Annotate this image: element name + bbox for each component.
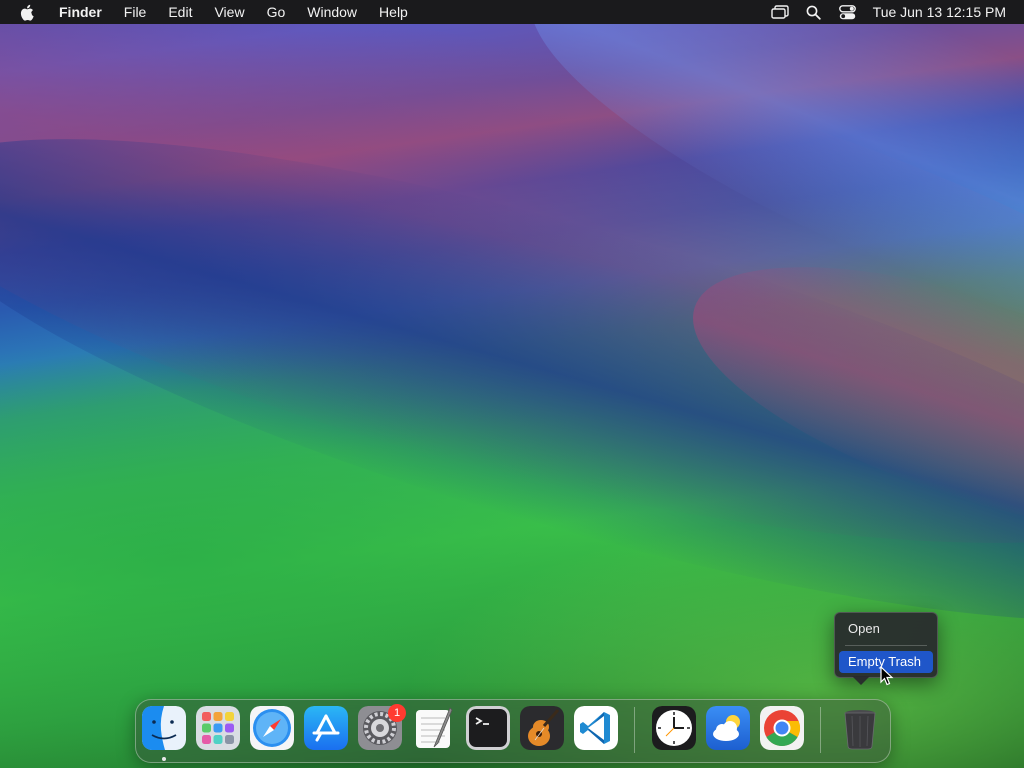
trash-icon[interactable]: [838, 706, 882, 750]
menu-view[interactable]: View: [203, 0, 255, 24]
menu-edit[interactable]: Edit: [157, 0, 203, 24]
mouse-cursor-icon: [880, 665, 894, 686]
dock-separator: [820, 707, 821, 753]
menu-app-name[interactable]: Finder: [48, 0, 113, 24]
spotlight-search-icon[interactable]: [803, 0, 825, 24]
control-center-icon[interactable]: [837, 0, 859, 24]
finder-icon[interactable]: [142, 706, 186, 750]
dock-separator: [634, 707, 635, 753]
system-settings-badge: 1: [388, 704, 406, 722]
finder-running-indicator: [162, 757, 166, 761]
menu-go[interactable]: Go: [256, 0, 297, 24]
menu-help[interactable]: Help: [368, 0, 419, 24]
context-menu-divider: [845, 645, 927, 646]
context-menu-pointer: [852, 676, 870, 685]
textedit-icon[interactable]: [412, 706, 456, 750]
menu-file[interactable]: File: [113, 0, 158, 24]
garageband-icon[interactable]: [520, 706, 564, 750]
terminal-icon[interactable]: [466, 706, 510, 750]
app-store-icon[interactable]: [304, 706, 348, 750]
menu-window[interactable]: Window: [296, 0, 368, 24]
clock-icon[interactable]: [652, 706, 696, 750]
chrome-icon[interactable]: [760, 706, 804, 750]
context-menu-open[interactable]: Open: [839, 618, 933, 640]
weather-icon[interactable]: [706, 706, 750, 750]
screen-mirroring-icon[interactable]: [769, 0, 791, 24]
menu-clock[interactable]: Tue Jun 13 12:15 PM: [873, 4, 1006, 20]
safari-icon[interactable]: [250, 706, 294, 750]
vscode-icon[interactable]: [574, 706, 618, 750]
menu-bar: Finder File Edit View Go Window Help Tue…: [0, 0, 1024, 24]
apple-menu-icon[interactable]: [16, 0, 36, 24]
launchpad-icon[interactable]: [196, 706, 240, 750]
